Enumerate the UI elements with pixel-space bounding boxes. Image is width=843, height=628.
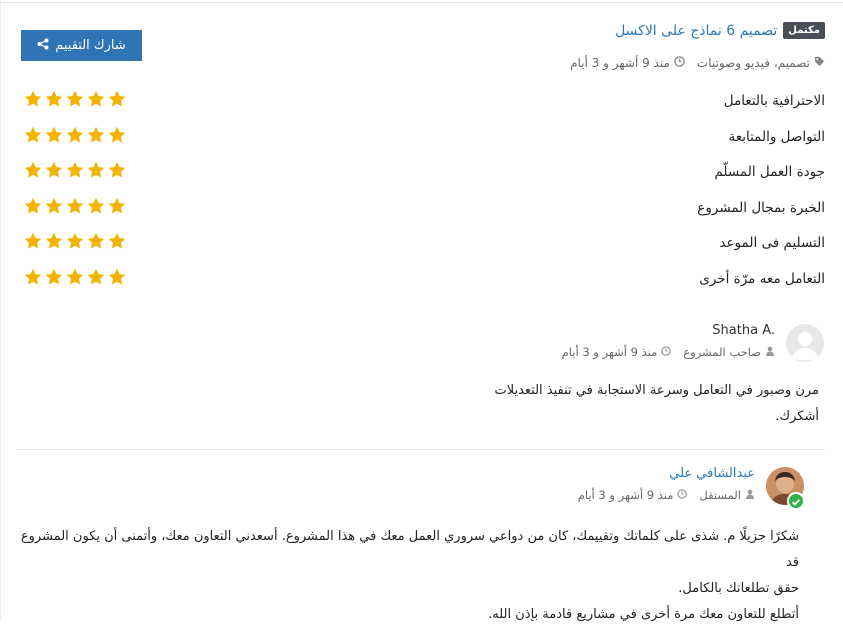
star-icon	[87, 90, 105, 112]
star-icon	[45, 161, 63, 183]
star-icon	[66, 268, 84, 290]
star-icon	[45, 268, 63, 290]
criteria-row: الاحترافية بالتعامل	[0, 84, 843, 120]
review-line: أشكرك.	[775, 409, 819, 424]
star-icon	[87, 126, 105, 148]
criteria-row: التسليم فى الموعد	[0, 226, 843, 262]
user-icon	[765, 345, 775, 359]
reply-line: أتطلع للتعاون معك مرة أخرى في مشاريع قاد…	[488, 607, 799, 622]
share-rating-button[interactable]: شارك التقييم	[21, 30, 142, 61]
freelancer-name[interactable]: عبدالشافي علي	[669, 466, 755, 481]
star-icon	[66, 90, 84, 112]
user-icon	[745, 488, 755, 502]
star-icon	[24, 232, 42, 254]
criteria-label: الاحترافية بالتعامل	[723, 93, 825, 109]
avatar	[786, 324, 824, 362]
reviewer-role: صاحب المشروع	[683, 345, 761, 359]
review-line: مرن وصبور في التعامل وسرعة الاستجابة في …	[494, 383, 819, 398]
criteria-row: جودة العمل المسلّم	[0, 155, 843, 191]
tag-icon	[814, 56, 825, 70]
star-icon	[24, 161, 42, 183]
star-icon	[45, 232, 63, 254]
star-icon	[87, 161, 105, 183]
freelancer-meta: المستقل منذ 9 أشهر و 3 أيام	[578, 488, 755, 502]
criteria-row: التواصل والمتابعة	[0, 120, 843, 156]
star-icon	[66, 197, 84, 219]
star-icon	[108, 268, 126, 290]
reviewer-meta: صاحب المشروع منذ 9 أشهر و 3 أيام	[562, 345, 775, 359]
star-icon	[24, 90, 42, 112]
project-title-link[interactable]: تصميم 6 نماذج على الاكسل	[615, 23, 777, 39]
status-badge: مكتمل	[783, 22, 825, 39]
share-icon	[37, 38, 49, 54]
reviewer-name[interactable]: Shatha A.	[712, 323, 775, 338]
star-icon	[66, 232, 84, 254]
star-rating	[24, 90, 126, 112]
criteria-label: التعامل معه مرّة أخرى	[699, 270, 825, 287]
star-icon	[108, 197, 126, 219]
share-rating-label: شارك التقييم	[55, 38, 126, 53]
reply-line: حقق تطلعاتك بالكامل.	[678, 581, 799, 596]
star-icon	[45, 197, 63, 219]
star-rating	[24, 126, 126, 148]
clock-icon	[674, 56, 685, 70]
top-border	[0, 2, 843, 3]
star-icon	[108, 161, 126, 183]
criteria-label: التواصل والمتابعة	[728, 128, 825, 145]
criteria-label: جودة العمل المسلّم	[714, 164, 825, 180]
criteria-label: الخبرة بمجال المشروع	[697, 199, 825, 216]
criteria-row: التعامل معه مرّة أخرى	[0, 262, 843, 298]
verified-icon	[787, 492, 805, 510]
reply-time: منذ 9 أشهر و 3 أيام	[577, 488, 674, 502]
star-icon	[24, 197, 42, 219]
star-rating	[24, 197, 126, 219]
rating-criteria: الاحترافية بالتعامل التواصل والمتابعة جودة…	[0, 84, 843, 297]
project-time: منذ 9 أشهر و 3 أيام	[570, 56, 670, 70]
star-icon	[87, 232, 105, 254]
review-text: مرن وصبور في التعامل وسرعة الاستجابة في …	[39, 378, 819, 430]
star-icon	[45, 126, 63, 148]
star-rating	[24, 232, 126, 254]
star-icon	[66, 126, 84, 148]
review-time: منذ 9 أشهر و 3 أيام	[561, 345, 658, 359]
star-rating	[24, 161, 126, 183]
clock-icon	[661, 345, 672, 359]
star-icon	[108, 232, 126, 254]
star-icon	[87, 197, 105, 219]
star-icon	[45, 90, 63, 112]
reply-line: شكرًا جزيلًا م. شذى على كلماتك وتقييمك، …	[20, 529, 799, 570]
star-icon	[24, 126, 42, 148]
criteria-row: الخبرة بمجال المشروع	[0, 191, 843, 227]
project-category[interactable]: تصميم، فيديو وصوتيات	[697, 56, 810, 70]
star-icon	[108, 126, 126, 148]
project-meta: تصميم، فيديو وصوتيات منذ 9 أشهر و 3 أيام	[570, 56, 825, 70]
clock-icon	[677, 488, 688, 502]
star-icon	[24, 268, 42, 290]
star-icon	[108, 90, 126, 112]
star-icon	[66, 161, 84, 183]
star-icon	[87, 268, 105, 290]
project-header: مكتمل تصميم 6 نماذج على الاكسل	[615, 22, 825, 39]
divider	[18, 449, 825, 450]
reply-text: شكرًا جزيلًا م. شذى على كلماتك وتقييمك، …	[9, 524, 799, 628]
star-rating	[24, 268, 126, 290]
criteria-label: التسليم فى الموعد	[719, 235, 825, 251]
freelancer-role: المستقل	[699, 488, 741, 502]
